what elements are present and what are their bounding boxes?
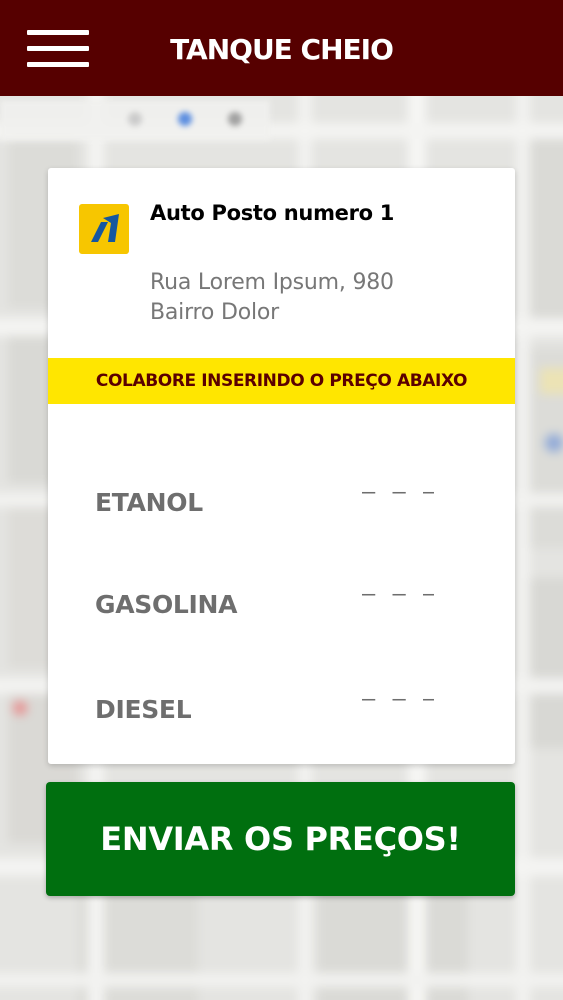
menu-bar <box>27 62 89 67</box>
address-line: Bairro Dolor <box>150 300 279 325</box>
station-name: Auto Posto numero 1 <box>150 201 395 225</box>
top-app-bar: TANQUE CHEIO <box>0 0 563 96</box>
fuel-row-diesel: DIESEL <box>48 680 515 740</box>
gasolina-price-input[interactable] <box>362 575 434 615</box>
fuel-label: DIESEL <box>95 695 192 724</box>
brand-logo-icon <box>79 204 129 254</box>
fuel-label: ETANOL <box>95 488 203 517</box>
menu-bar <box>27 30 89 35</box>
address-line: Rua Lorem Ipsum, 980 <box>150 270 394 295</box>
fuel-row-gasolina: GASOLINA <box>48 575 515 635</box>
diesel-price-input[interactable] <box>362 680 434 720</box>
collaborate-banner: COLABORE INSERINDO O PREÇO ABAIXO <box>48 358 515 404</box>
fuel-label: GASOLINA <box>95 590 238 619</box>
map-icon <box>228 112 242 126</box>
menu-bar <box>27 46 89 51</box>
etanol-price-input[interactable] <box>362 473 434 513</box>
map-icon <box>128 112 142 126</box>
brand-logo-mark <box>91 214 119 242</box>
station-address: Rua Lorem Ipsum, 980 Bairro Dolor <box>150 268 500 328</box>
map-search-bar <box>0 100 270 140</box>
location-pin-icon <box>178 112 192 126</box>
hamburger-menu-icon[interactable] <box>20 22 96 74</box>
app-title: TANQUE CHEIO <box>170 33 394 66</box>
submit-prices-button[interactable]: ENVIAR OS PREÇOS! <box>46 782 515 896</box>
station-card: Auto Posto numero 1 Rua Lorem Ipsum, 980… <box>48 168 515 764</box>
fuel-row-etanol: ETANOL <box>48 473 515 533</box>
